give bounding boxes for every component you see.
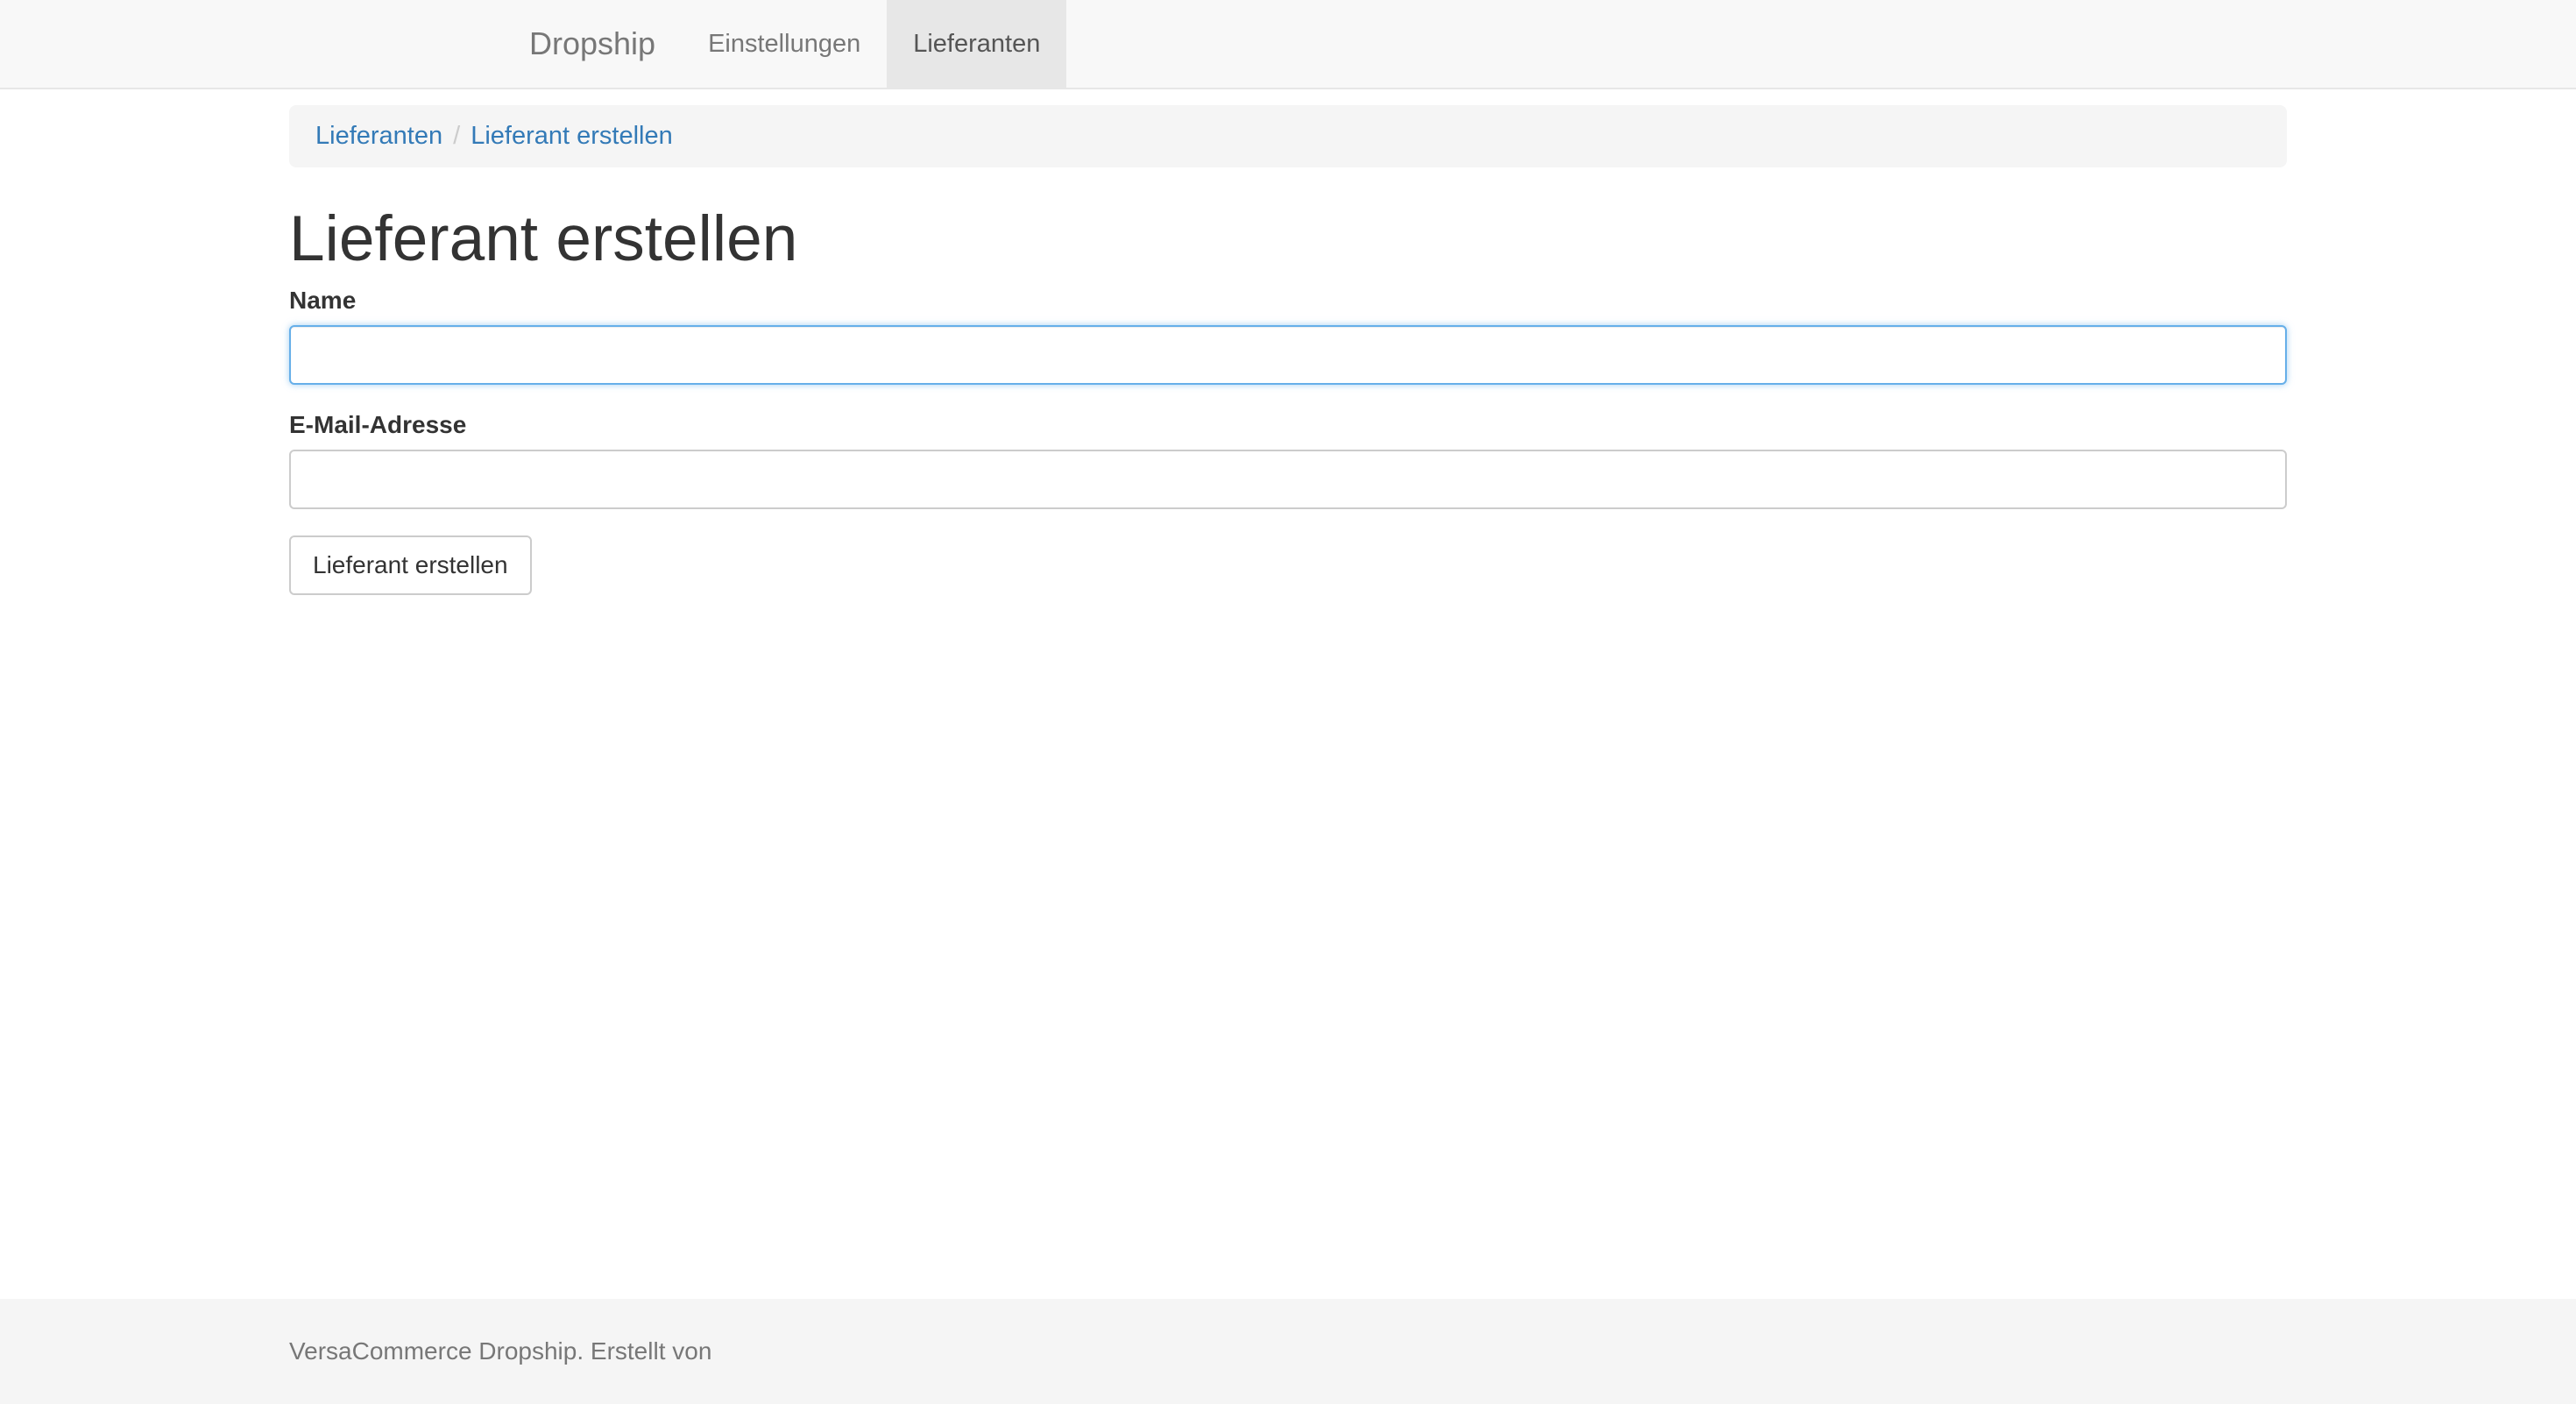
brand-link[interactable]: Dropship bbox=[503, 0, 682, 88]
create-supplier-button[interactable]: Lieferant erstellen bbox=[289, 535, 532, 596]
page-title: Lieferant erstellen bbox=[289, 203, 798, 274]
create-supplier-form: Name E-Mail-Adresse Lieferant erstellen bbox=[289, 287, 2287, 596]
name-label: Name bbox=[289, 287, 357, 315]
breadcrumb-separator: / bbox=[453, 122, 461, 150]
email-input[interactable] bbox=[289, 450, 2287, 510]
breadcrumb-item-lieferanten[interactable]: Lieferanten bbox=[315, 122, 442, 151]
breadcrumb-item-lieferant-erstellen[interactable]: Lieferant erstellen bbox=[471, 122, 673, 151]
name-group: Name bbox=[289, 287, 2287, 386]
name-input[interactable] bbox=[289, 325, 2287, 386]
footer-text: VersaCommerce Dropship. Erstellt von bbox=[289, 1337, 712, 1365]
main-container: Lieferanten / Lieferant erstellen Liefer… bbox=[289, 105, 2287, 596]
footer: VersaCommerce Dropship. Erstellt von bbox=[0, 1299, 2576, 1404]
breadcrumb: Lieferanten / Lieferant erstellen bbox=[289, 105, 2287, 167]
email-group: E-Mail-Adresse bbox=[289, 411, 2287, 510]
navbar-inner: Dropship Einstellungen Lieferanten bbox=[503, 0, 1067, 88]
top-navbar: Dropship Einstellungen Lieferanten bbox=[0, 0, 2576, 89]
email-label: E-Mail-Adresse bbox=[289, 411, 467, 439]
nav-item-einstellungen[interactable]: Einstellungen bbox=[682, 0, 887, 88]
nav-item-lieferanten[interactable]: Lieferanten bbox=[887, 0, 1067, 88]
